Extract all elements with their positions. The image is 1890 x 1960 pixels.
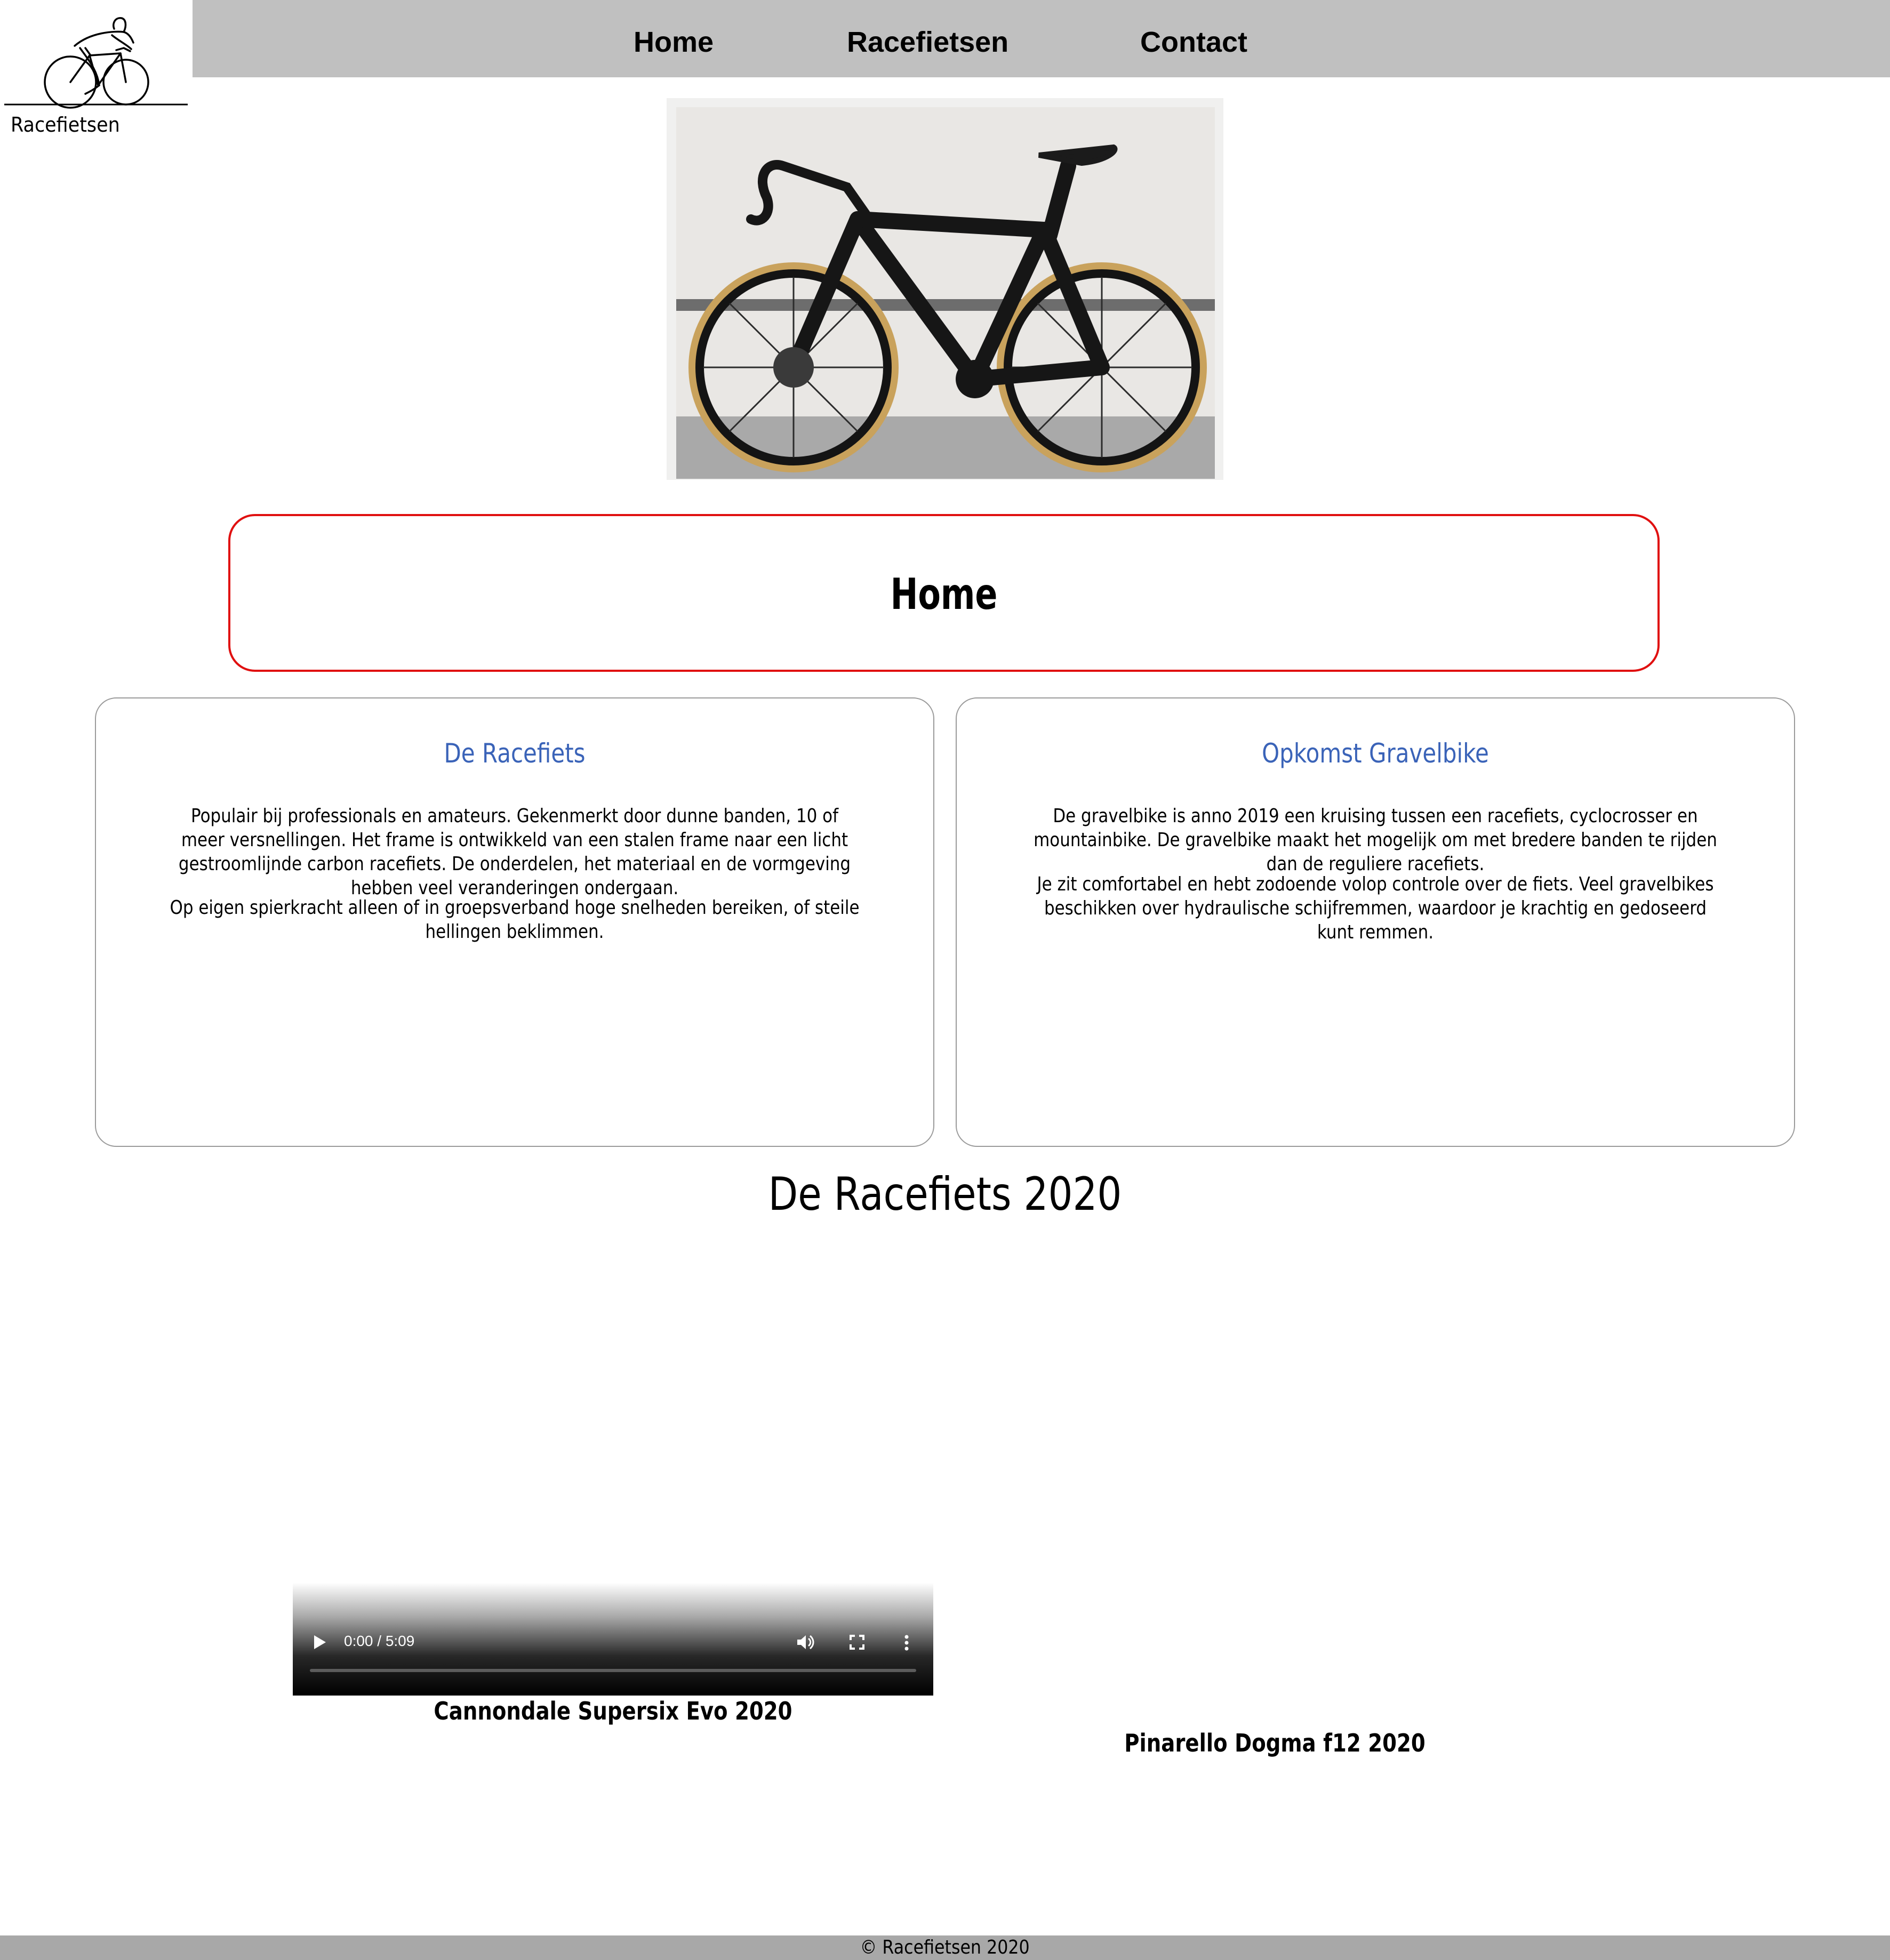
nav-racefietsen[interactable]: Racefietsen — [847, 26, 1008, 59]
footer-text: © Racefietsen 2020 — [860, 1937, 1030, 1958]
nav-contact[interactable]: Contact — [1140, 26, 1247, 59]
hero-image — [667, 98, 1223, 480]
card-paragraph: Populair bij professionals en amateurs. … — [178, 805, 851, 899]
video-caption-pinarello: Pinarello Dogma f12 2020 — [1124, 1729, 1425, 1757]
video-player[interactable]: 0:00 / 5:09 — [293, 1583, 933, 1696]
video-time: 0:00 / 5:09 — [344, 1633, 415, 1649]
cyclist-icon — [4, 17, 188, 109]
page-title-box: Home — [228, 514, 1660, 672]
road-bike-photo — [676, 107, 1215, 479]
card-de-racefiets: De Racefiets Populair bij professionals … — [95, 697, 934, 1147]
card-paragraph: De gravelbike is anno 2019 een kruising … — [1034, 805, 1717, 875]
play-icon[interactable] — [313, 1635, 327, 1652]
top-navigation: Home Racefietsen Contact — [193, 0, 1890, 77]
more-options-icon[interactable] — [904, 1635, 909, 1653]
fullscreen-icon[interactable] — [850, 1635, 864, 1652]
video-progress-track[interactable] — [310, 1669, 916, 1672]
card-title: De Racefiets — [444, 738, 586, 769]
card-paragraph: Je zit comfortabel en hebt zodoende volo… — [1037, 873, 1714, 943]
section-title: De Racefiets 2020 — [768, 1168, 1122, 1221]
card-opkomst-gravelbike: Opkomst Gravelbike De gravelbike is anno… — [956, 697, 1795, 1147]
logo-text: Racefietsen — [11, 113, 120, 136]
site-logo[interactable]: Racefietsen — [0, 0, 192, 144]
video-caption-cannondale: Cannondale Supersix Evo 2020 — [434, 1697, 792, 1725]
page-title: Home — [890, 569, 998, 619]
card-title: Opkomst Gravelbike — [1262, 738, 1489, 769]
nav-home[interactable]: Home — [634, 26, 714, 59]
card-paragraph: Op eigen spierkracht alleen of in groeps… — [170, 897, 860, 943]
footer: © Racefietsen 2020 — [0, 1935, 1890, 1960]
volume-icon[interactable] — [796, 1634, 814, 1653]
